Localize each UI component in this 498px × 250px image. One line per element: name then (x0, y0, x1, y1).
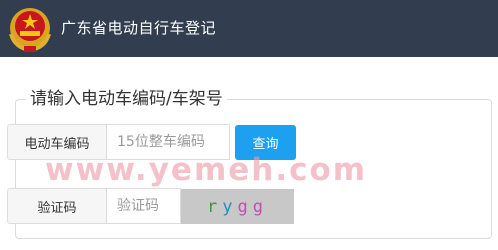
vehicle-code-label: 电动车编码 (7, 124, 107, 160)
page-title: 广东省电动自行车登记 (61, 19, 217, 37)
query-button[interactable]: 查询 (235, 125, 296, 160)
form-legend: 请输入电动车编码/车架号 (26, 87, 227, 111)
captcha-char: g (252, 196, 268, 217)
vehicle-code-input[interactable] (107, 124, 230, 160)
captcha-input[interactable] (107, 188, 181, 224)
captcha-char: y (222, 196, 238, 217)
captcha-char: g (237, 196, 253, 217)
app-header: 广东省电动自行车登记 (0, 0, 498, 57)
national-emblem-icon (9, 8, 51, 53)
captcha-char: r (207, 196, 223, 217)
captcha-image[interactable]: r y g g (181, 189, 294, 224)
captcha-label: 验证码 (7, 188, 107, 224)
